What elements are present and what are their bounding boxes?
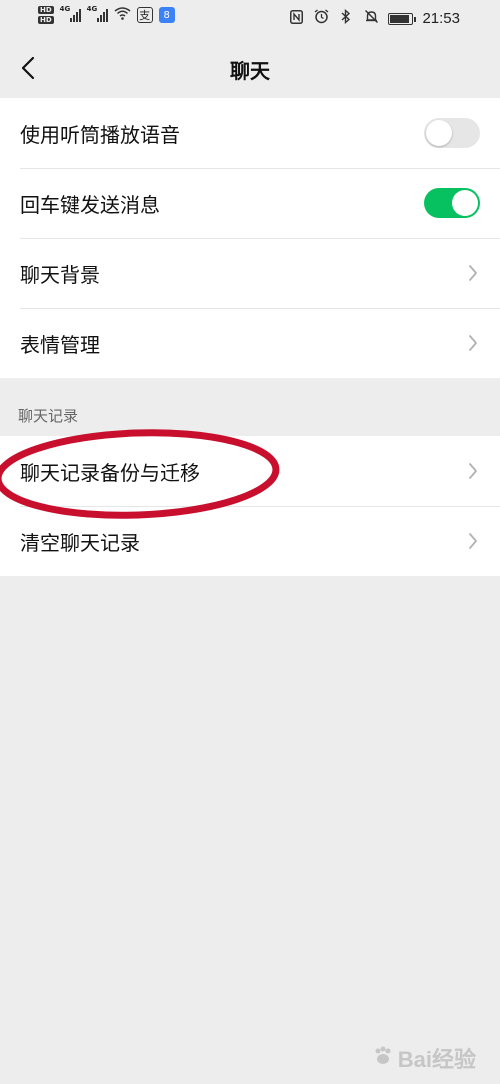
settings-group-general: 使用听筒播放语音 回车键发送消息 聊天背景 表情管理 [0,98,500,378]
baidu-watermark: Bai经验 [372,1042,476,1074]
setting-row-clear-history[interactable]: 清空聊天记录 [0,506,500,576]
nav-bar: 聊天 [0,38,500,98]
status-right: 21:53 [288,8,460,28]
chevron-right-icon [469,463,477,479]
signal-icon: 4G [86,5,108,22]
status-bar: HD HD 4G 4G 支 8 21:53 [0,0,500,38]
page-title: 聊天 [230,59,270,83]
setting-label: 回车键发送消息 [20,192,160,217]
section-header-chat-history: 聊天记录 [0,406,500,436]
network-label-2: 4G [86,5,98,13]
network-label-1: 4G [59,5,71,13]
chevron-right-icon [469,335,477,351]
wifi-icon [114,6,131,24]
setting-row-earpiece[interactable]: 使用听筒播放语音 [0,98,500,168]
alipay-icon: 支 [136,7,153,23]
chevron-right-icon [469,533,477,549]
status-time: 21:53 [422,10,460,27]
toggle-knob [452,190,478,216]
hd-bottom-label: HD [38,16,54,24]
watermark-text: Bai经验 [397,1047,476,1072]
earpiece-toggle[interactable] [424,118,480,148]
settings-group-chat-history: 聊天记录备份与迁移 清空聊天记录 [0,436,500,576]
setting-row-sticker-management[interactable]: 表情管理 [0,308,500,378]
section-gap [0,378,500,406]
chevron-right-icon [469,265,477,281]
signal-icon: 4G [59,5,81,22]
status-left: HD HD 4G 4G 支 8 [38,5,175,24]
hd-top-label: HD [38,6,54,14]
setting-label: 聊天记录备份与迁移 [20,460,200,485]
toggle-knob [426,120,452,146]
paw-icon [372,1045,394,1072]
setting-label: 清空聊天记录 [20,530,140,555]
setting-row-enter-send[interactable]: 回车键发送消息 [0,168,500,238]
setting-row-chat-background[interactable]: 聊天背景 [0,238,500,308]
bluetooth-icon [338,8,354,28]
hd-icon: HD HD [38,6,54,24]
battery-icon [388,12,417,25]
setting-label: 使用听筒播放语音 [20,122,180,147]
enter-send-toggle[interactable] [424,188,480,218]
mute-icon [363,9,379,28]
alarm-icon [313,9,329,28]
app-icon: 8 [158,7,175,23]
setting-label: 表情管理 [20,332,100,357]
setting-label: 聊天背景 [20,262,100,287]
nfc-icon [288,9,304,28]
setting-row-backup-migrate[interactable]: 聊天记录备份与迁移 [0,436,500,506]
